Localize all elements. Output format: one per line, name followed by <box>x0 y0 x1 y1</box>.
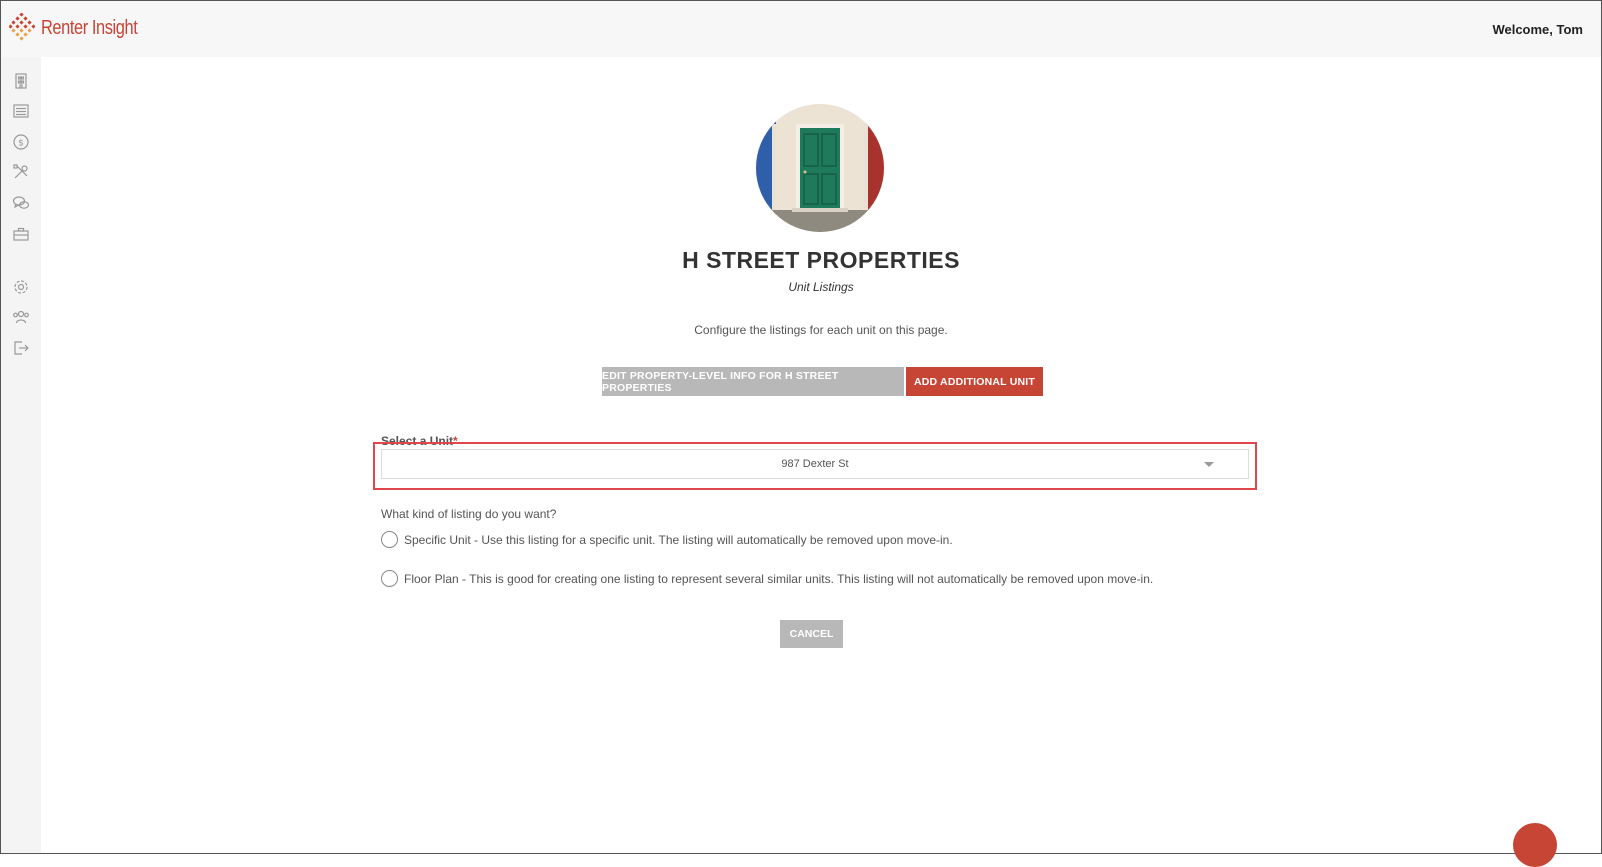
chevron-down-icon <box>1204 462 1214 467</box>
cancel-button[interactable]: CANCEL <box>780 620 843 648</box>
gear-icon[interactable] <box>12 278 30 296</box>
dollar-icon[interactable]: $ <box>12 133 30 151</box>
tools-icon[interactable] <box>12 163 30 181</box>
option-floor-plan[interactable]: Floor Plan - This is good for creating o… <box>381 570 1153 587</box>
building-icon[interactable] <box>12 72 30 90</box>
property-image <box>756 104 884 232</box>
unit-select[interactable]: 987 Dexter St <box>381 449 1249 479</box>
top-bar: Renter Insight Welcome, Tom <box>1 1 1601 57</box>
option-specific-unit[interactable]: Specific Unit - Use this listing for a s… <box>381 531 953 548</box>
briefcase-icon[interactable] <box>12 225 30 243</box>
listing-type-question: What kind of listing do you want? <box>381 507 557 521</box>
users-icon[interactable] <box>12 308 30 326</box>
page-title: H STREET PROPERTIES <box>682 247 960 273</box>
chat-widget-icon[interactable] <box>1513 823 1557 867</box>
radio-specific-unit[interactable] <box>381 531 398 548</box>
brand-name: Renter Insight <box>41 16 138 39</box>
sidebar: $ <box>1 57 41 853</box>
logo-icon <box>9 13 35 41</box>
main-content: H STREET PROPERTIES Unit Listings Config… <box>41 57 1601 867</box>
edit-property-button[interactable]: EDIT PROPERTY-LEVEL INFO FOR H STREET PR… <box>602 367 904 396</box>
page-description: Configure the listings for each unit on … <box>694 323 948 337</box>
option-specific-unit-label: Specific Unit - Use this listing for a s… <box>404 532 953 547</box>
welcome-text[interactable]: Welcome, Tom <box>1492 22 1583 37</box>
option-floor-plan-label: Floor Plan - This is good for creating o… <box>404 571 1154 586</box>
add-unit-button[interactable]: ADD ADDITIONAL UNIT <box>906 367 1043 396</box>
page-subtitle: Unit Listings <box>788 280 854 294</box>
chat-icon[interactable] <box>12 194 30 212</box>
list-icon[interactable] <box>12 102 30 120</box>
logout-icon[interactable] <box>12 339 30 357</box>
svg-text:$: $ <box>18 139 24 149</box>
brand-logo[interactable]: Renter Insight <box>9 13 159 43</box>
radio-floor-plan[interactable] <box>381 570 398 587</box>
unit-select-value: 987 Dexter St <box>781 458 849 470</box>
